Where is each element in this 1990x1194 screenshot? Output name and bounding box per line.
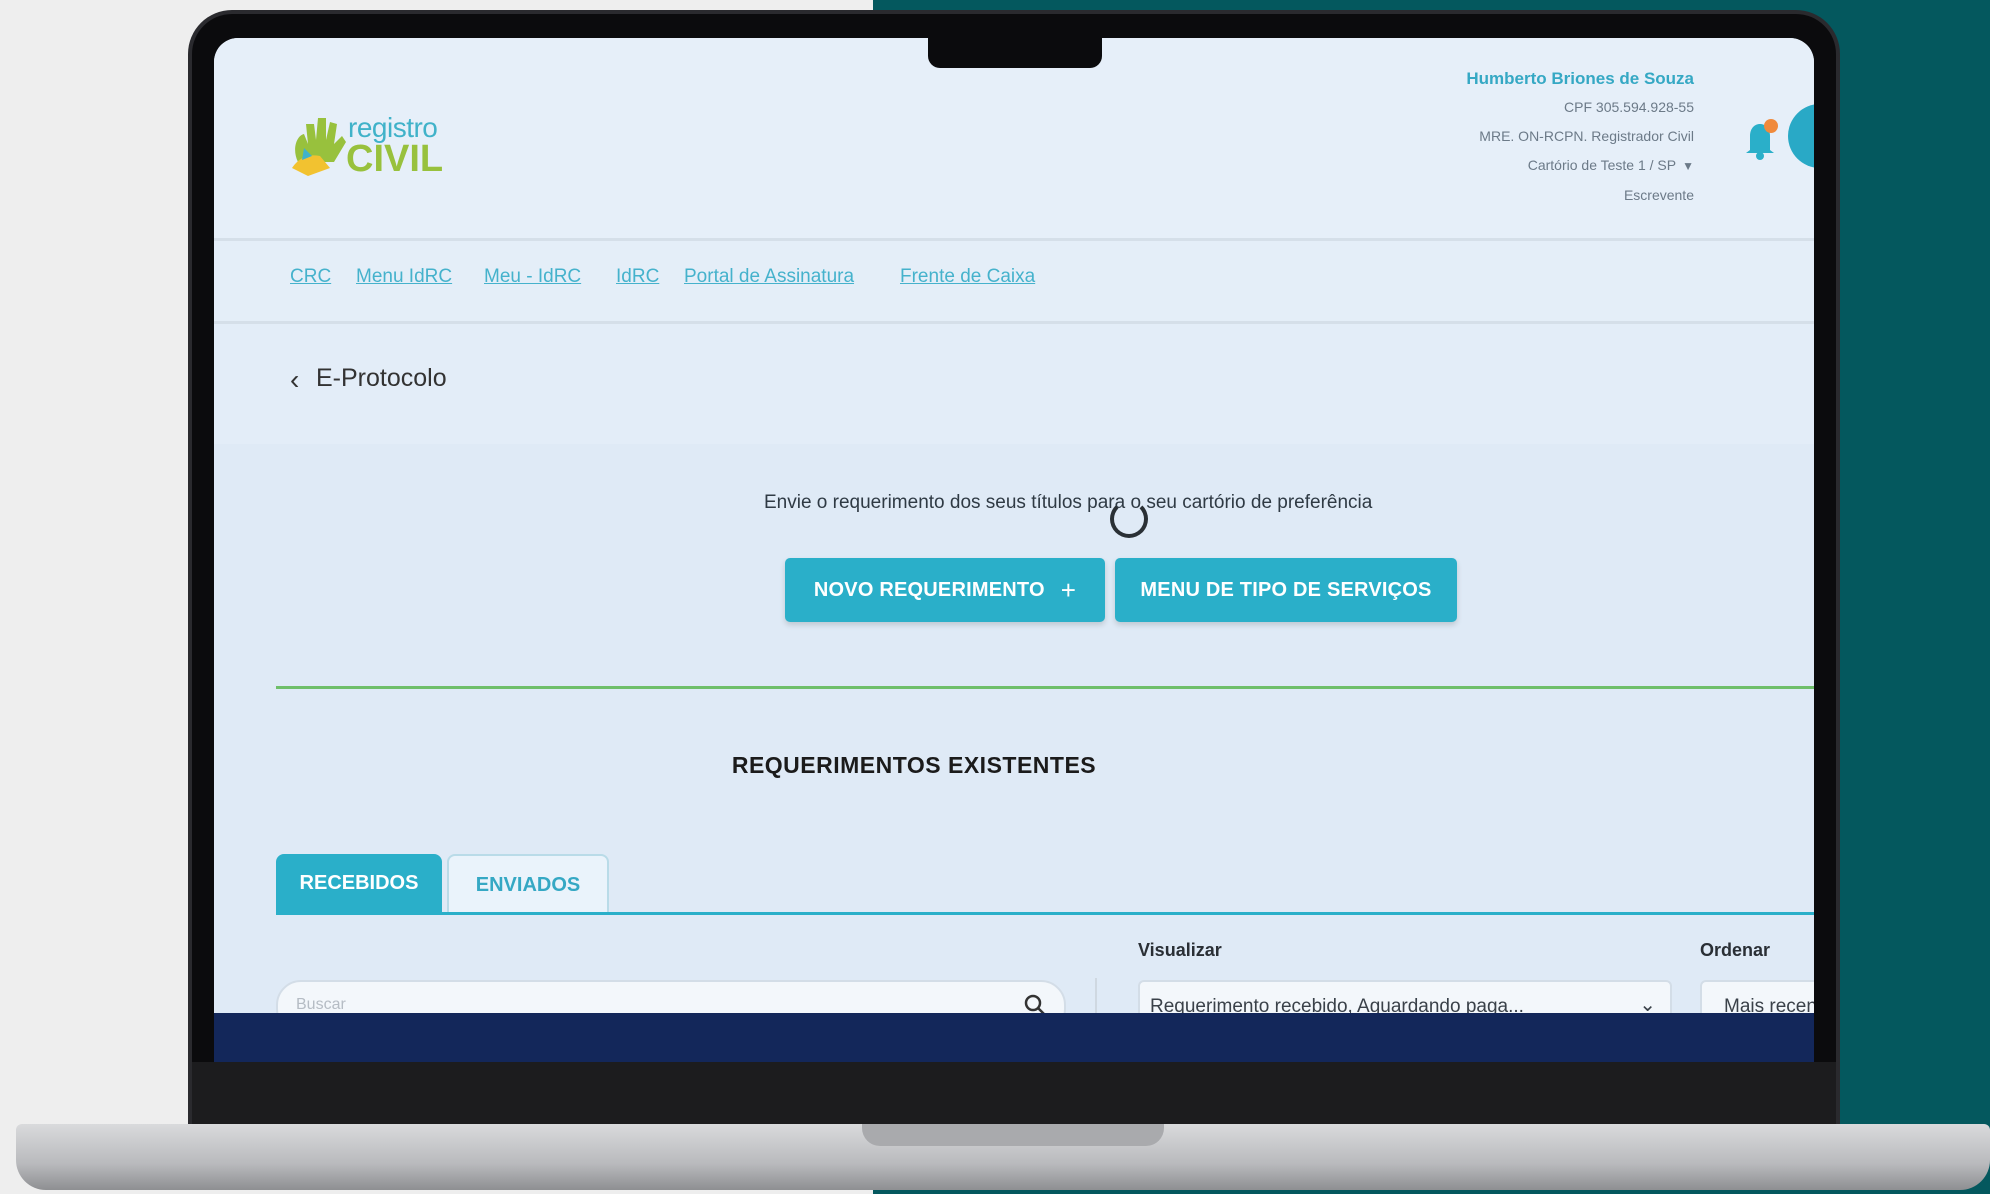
back-chevron-icon[interactable]: ‹: [290, 364, 299, 396]
existing-requests-title: REQUERIMENTOS EXISTENTES: [731, 752, 1097, 778]
nav-link-portal-assinatura[interactable]: Portal de Assinatura: [684, 266, 854, 288]
service-types-menu-button[interactable]: MENU DE TIPO DE SERVIÇOS: [1115, 558, 1457, 622]
user-info[interactable]: Humberto Briones de Souza CPF 305.594.92…: [1466, 64, 1694, 210]
page-title: E-Protocolo: [316, 364, 447, 392]
app-header: registro CIVIL Humberto Briones de Souza…: [214, 38, 1814, 241]
page-header: ‹ E-Protocolo: [214, 324, 1814, 444]
hands-logo-icon: [292, 118, 346, 176]
plus-icon: +: [1060, 574, 1077, 605]
user-level: Escrevente: [1623, 187, 1694, 203]
tab-received[interactable]: RECEBIDOS: [276, 854, 442, 912]
section-divider: [276, 686, 1814, 689]
bell-icon: [1746, 119, 1778, 160]
notification-bell[interactable]: [1744, 118, 1780, 160]
tab-underline: [276, 912, 1814, 915]
view-label: Visualizar: [1138, 940, 1222, 960]
top-nav: CRC Menu IdRC Meu - IdRC IdRC Portal de …: [214, 241, 1814, 324]
camera-notch: [928, 38, 1102, 68]
service-types-menu-label: MENU DE TIPO DE SERVIÇOS: [1140, 578, 1432, 601]
user-name: Humberto Briones de Souza: [1466, 69, 1694, 88]
nav-link-frente-caixa[interactable]: Frente de Caixa: [900, 266, 1035, 288]
avatar[interactable]: [1788, 104, 1814, 168]
tab-sent[interactable]: ENVIADOS: [447, 854, 609, 914]
laptop-bezel-bottom: [192, 1062, 1836, 1124]
order-label: Ordenar: [1700, 940, 1771, 960]
nav-link-menu-idrc[interactable]: Menu IdRC: [356, 266, 452, 288]
user-cpf: CPF 305.594.928-55: [1564, 99, 1694, 115]
logo-text-civil: CIVIL: [346, 138, 444, 180]
office-selector[interactable]: Cartório de Teste 1 / SP ▼: [1466, 151, 1694, 181]
user-role: MRE. ON-RCPN. Registrador Civil: [1479, 128, 1694, 144]
main-content: Envie o requerimento dos seus títulos pa…: [214, 444, 1814, 1062]
footer-bar: [214, 1013, 1814, 1062]
caret-down-icon: ▼: [1682, 159, 1694, 173]
search-placeholder: Buscar: [296, 996, 346, 1013]
loading-spinner: [1110, 500, 1148, 538]
new-request-label: NOVO REQUERIMENTO: [813, 578, 1045, 601]
laptop-screen: registro CIVIL Humberto Briones de Souza…: [214, 38, 1814, 1062]
nav-link-meu-idrc[interactable]: Meu - IdRC: [484, 266, 581, 288]
registro-civil-logo[interactable]: registro CIVIL: [290, 110, 450, 180]
office-name: Cartório de Teste 1 / SP: [1527, 157, 1677, 173]
new-request-button[interactable]: NOVO REQUERIMENTO +: [785, 558, 1105, 622]
laptop-base-notch: [862, 1124, 1164, 1146]
intro-text: Envie o requerimento dos seus títulos pa…: [764, 492, 1373, 513]
nav-link-crc[interactable]: CRC: [290, 266, 331, 288]
nav-link-idrc[interactable]: IdRC: [616, 266, 659, 288]
